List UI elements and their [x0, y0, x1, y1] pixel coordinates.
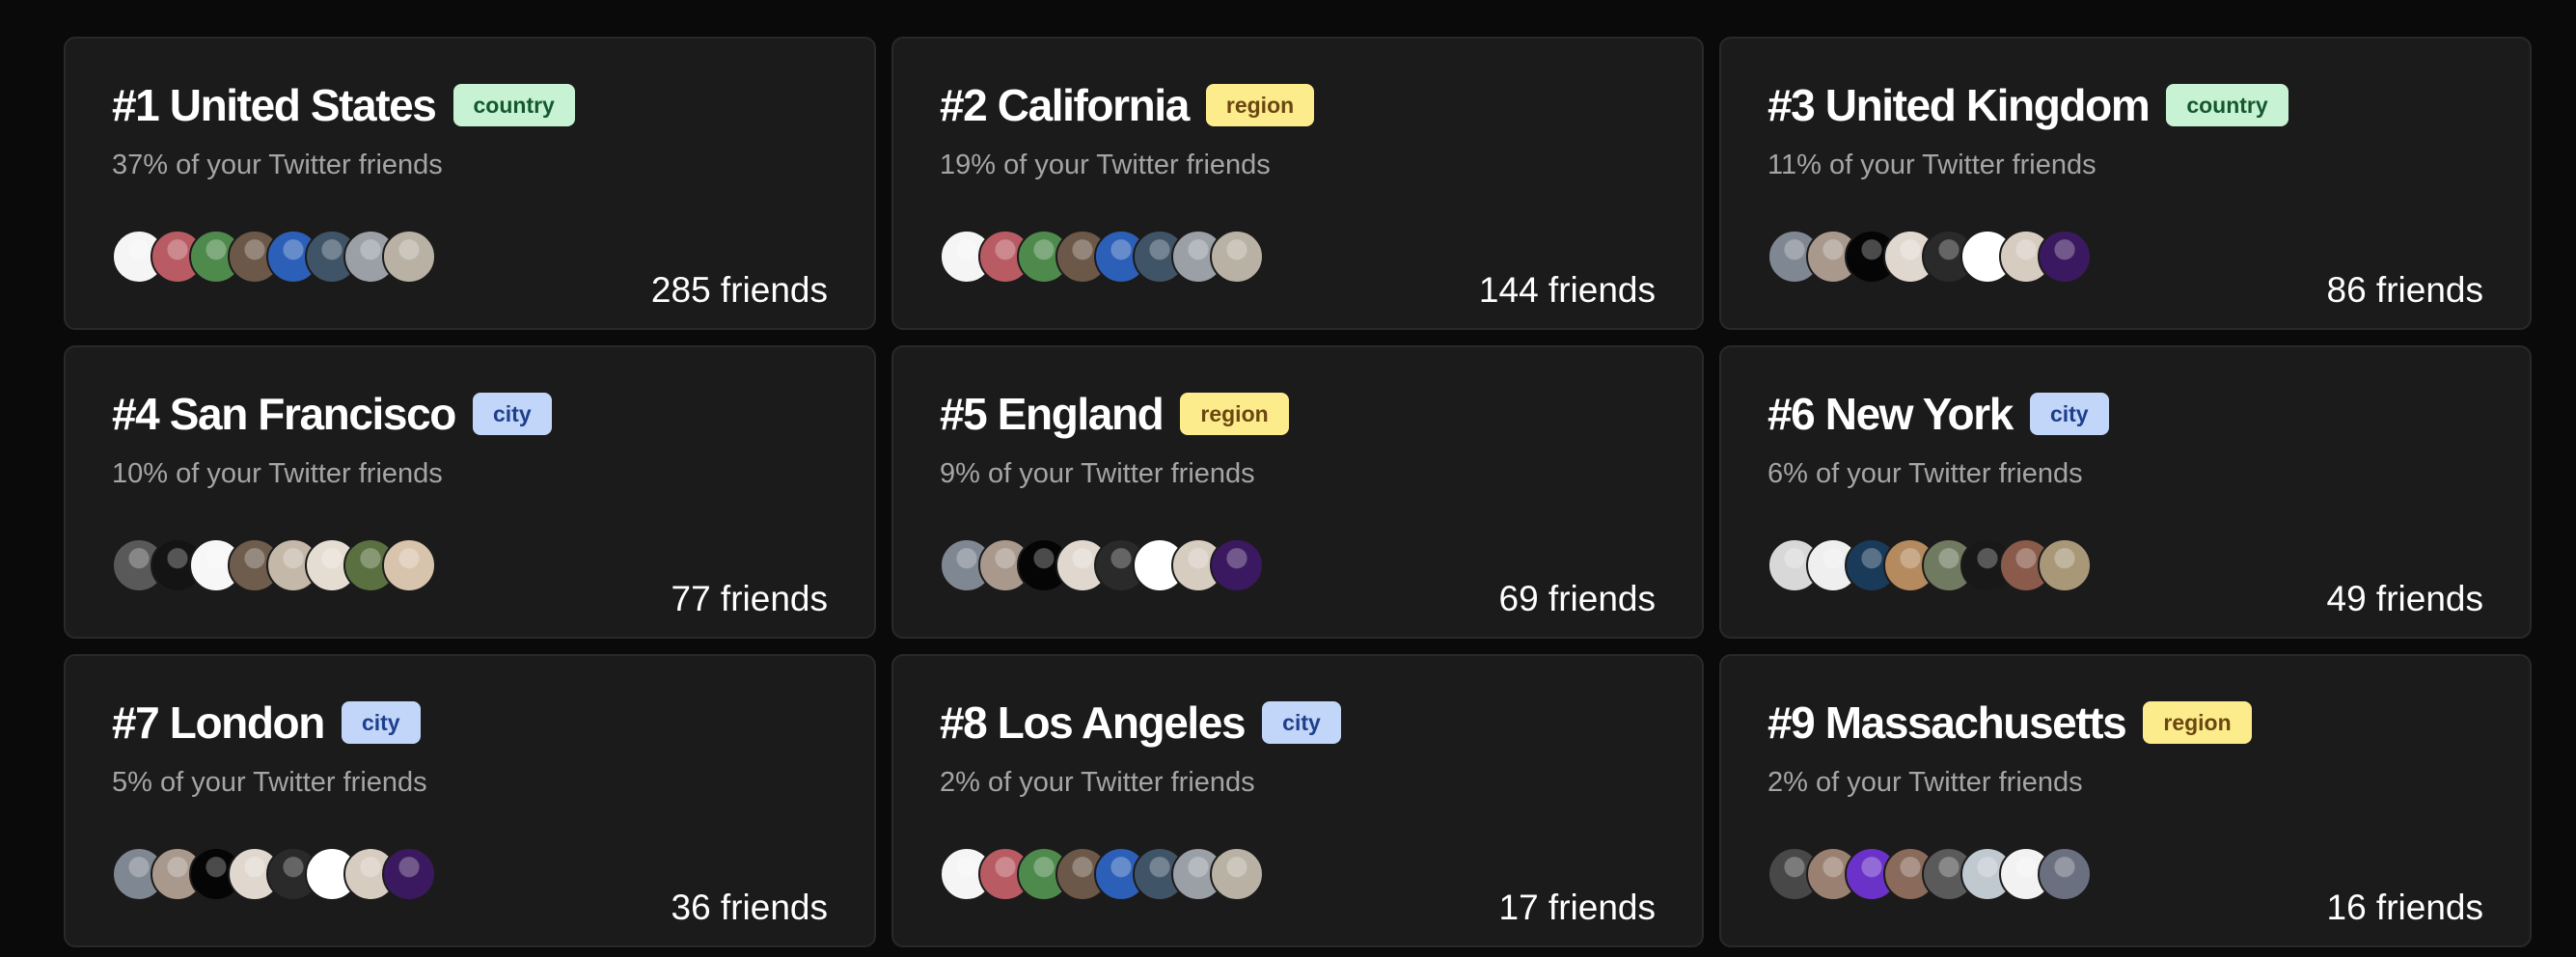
friends-percentage: 5% of your Twitter friends	[112, 767, 427, 798]
location-title: #7 London	[112, 697, 325, 748]
friend-avatar[interactable]	[382, 538, 436, 592]
friends-percentage: 19% of your Twitter friends	[940, 150, 1271, 180]
friends-percentage: 2% of your Twitter friends	[1768, 767, 2083, 798]
location-card-9[interactable]: #9 Massachusetts region 2% of your Twitt…	[1719, 654, 2532, 947]
location-title: #6 New York	[1768, 389, 2014, 439]
location-type-badge: country	[2166, 84, 2288, 126]
card-header: #7 London city	[112, 700, 421, 745]
friends-percentage: 9% of your Twitter friends	[940, 458, 1255, 489]
friends-percentage: 37% of your Twitter friends	[112, 150, 443, 180]
card-header: #9 Massachusetts region	[1768, 700, 2252, 745]
location-card-6[interactable]: #6 New York city 6% of your Twitter frie…	[1719, 345, 2532, 639]
friends-count: 285 friends	[650, 270, 828, 310]
friends-count: 86 friends	[2326, 270, 2484, 310]
location-card-4[interactable]: #4 San Francisco city 10% of your Twitte…	[64, 345, 876, 639]
location-type-badge: city	[473, 393, 552, 435]
friends-percentage: 2% of your Twitter friends	[940, 767, 1255, 798]
friend-avatar[interactable]	[1210, 538, 1264, 592]
card-header: #3 United Kingdom country	[1768, 83, 2288, 127]
friends-count: 49 friends	[2326, 579, 2484, 618]
location-card-2[interactable]: #2 California region 19% of your Twitter…	[891, 37, 1704, 330]
friends-percentage: 11% of your Twitter friends	[1768, 150, 2096, 180]
friend-avatar[interactable]	[1210, 847, 1264, 901]
location-type-badge: region	[1205, 84, 1315, 126]
card-header: #1 United States country	[112, 83, 575, 127]
card-header: #4 San Francisco city	[112, 392, 552, 436]
location-card-7[interactable]: #7 London city 5% of your Twitter friend…	[64, 654, 876, 947]
location-card-3[interactable]: #3 United Kingdom country 11% of your Tw…	[1719, 37, 2532, 330]
card-header: #2 California region	[940, 80, 1315, 130]
location-type-badge: city	[1262, 701, 1341, 744]
friends-count: 17 friends	[1498, 888, 1657, 927]
location-type-badge: city	[2029, 393, 2109, 435]
location-type-badge: region	[1180, 393, 1289, 435]
location-title: #2 California	[940, 80, 1190, 130]
card-header: #6 New York city	[1768, 392, 2109, 436]
location-type-badge: region	[2143, 701, 2252, 744]
location-card-5[interactable]: #5 England region 9% of your Twitter fri…	[891, 345, 1704, 639]
location-card-1[interactable]: #1 United States country 37% of your Twi…	[64, 37, 876, 330]
location-card-8[interactable]: #8 Los Angeles city 2% of your Twitter f…	[891, 654, 1704, 947]
friend-avatar[interactable]	[2038, 538, 2092, 592]
location-title: #9 Massachusetts	[1768, 697, 2127, 748]
friends-count: 77 friends	[671, 579, 829, 618]
location-title: #5 England	[940, 389, 1165, 439]
friends-count: 69 friends	[1498, 579, 1657, 618]
card-header: #5 England region	[940, 392, 1289, 436]
location-title: #1 United States	[112, 80, 437, 130]
friends-count: 36 friends	[671, 888, 829, 927]
friend-avatar[interactable]	[1210, 230, 1264, 284]
friend-avatar[interactable]	[2038, 847, 2092, 901]
friends-percentage: 10% of your Twitter friends	[112, 458, 443, 489]
friend-avatar[interactable]	[2038, 230, 2092, 284]
location-type-badge: city	[341, 701, 421, 744]
location-type-badge: country	[452, 84, 575, 126]
friends-count: 144 friends	[1478, 270, 1656, 310]
friend-avatar[interactable]	[382, 230, 436, 284]
friends-count: 16 friends	[2326, 888, 2484, 927]
location-title: #8 Los Angeles	[940, 697, 1247, 748]
locations-grid: #1 United States country 37% of your Twi…	[64, 37, 2532, 947]
card-header: #8 Los Angeles city	[940, 700, 1341, 745]
location-title: #3 United Kingdom	[1768, 80, 2151, 130]
location-title: #4 San Francisco	[112, 389, 456, 439]
friend-avatar[interactable]	[382, 847, 436, 901]
friends-percentage: 6% of your Twitter friends	[1768, 458, 2083, 489]
